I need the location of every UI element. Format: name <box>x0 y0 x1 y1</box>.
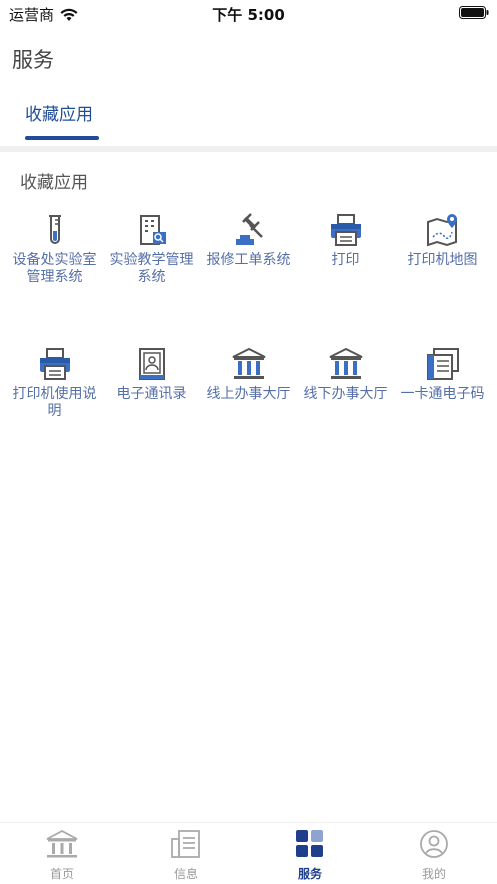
app-offline-hall[interactable]: 线下办事大厅 <box>297 346 394 403</box>
app-label: 一卡通电子码 <box>400 386 485 402</box>
nav-home[interactable]: 首页 <box>0 829 124 882</box>
card-icon <box>426 348 459 380</box>
nav-label: 首页 <box>49 867 74 881</box>
home-hall-icon <box>46 829 78 858</box>
app-label: 线上办事大厅 <box>206 386 291 402</box>
app-card-code[interactable]: 一卡通电子码 <box>394 346 491 403</box>
gavel-icon <box>235 213 263 245</box>
nav-info[interactable]: 信息 <box>124 829 248 882</box>
tab-favorite-apps[interactable]: 收藏应用 <box>25 100 93 125</box>
nav-label: 我的 <box>421 867 446 881</box>
app-printer-guide[interactable]: 打印机使用说明 <box>6 346 103 420</box>
status-bar: 运营商 下午 5:00 <box>0 0 497 26</box>
nav-label: 服务 <box>297 867 322 881</box>
nav-service[interactable]: 服务 <box>248 829 372 882</box>
printer-icon <box>330 214 361 246</box>
app-label: 设备处实验室管理系统 <box>12 252 97 285</box>
app-contacts[interactable]: 电子通讯录 <box>103 346 200 403</box>
map-pin-icon <box>426 214 457 247</box>
status-time: 下午 5:00 <box>212 6 285 24</box>
tab-underline <box>25 136 99 140</box>
app-equipment-lab[interactable]: 设备处实验室管理系统 <box>6 212 103 286</box>
app-label: 打印机地图 <box>407 252 478 268</box>
test-tube-icon <box>48 215 61 244</box>
app-printer-map[interactable]: 打印机地图 <box>394 212 491 269</box>
page-title: 服务 <box>12 48 54 72</box>
printer-icon <box>39 348 70 380</box>
divider <box>0 146 497 152</box>
building-search-icon <box>139 215 166 245</box>
contact-book-icon <box>138 348 165 380</box>
app-repair-ticket[interactable]: 报修工单系统 <box>200 212 297 269</box>
tab-row: 收藏应用 <box>0 96 497 146</box>
app-label: 打印 <box>331 252 360 268</box>
info-doc-icon <box>171 830 200 858</box>
nav-mine[interactable]: 我的 <box>372 829 496 882</box>
grid-icon <box>296 830 323 857</box>
hall-icon <box>329 347 362 379</box>
app-teaching-lab[interactable]: 实验教学管理系统 <box>103 212 200 286</box>
section-title: 收藏应用 <box>20 173 88 193</box>
bottom-nav: 首页 信息 服务 我的 <box>0 822 497 884</box>
app-label: 报修工单系统 <box>206 252 291 268</box>
battery-icon <box>459 6 489 19</box>
app-label: 实验教学管理系统 <box>109 252 194 285</box>
app-label: 线下办事大厅 <box>303 386 388 402</box>
nav-label: 信息 <box>173 867 198 881</box>
app-label: 电子通讯录 <box>116 386 187 402</box>
app-online-hall[interactable]: 线上办事大厅 <box>200 346 297 403</box>
app-label: 打印机使用说明 <box>12 386 97 419</box>
app-print[interactable]: 打印 <box>297 212 394 269</box>
user-icon <box>420 830 448 858</box>
hall-icon <box>232 347 265 379</box>
